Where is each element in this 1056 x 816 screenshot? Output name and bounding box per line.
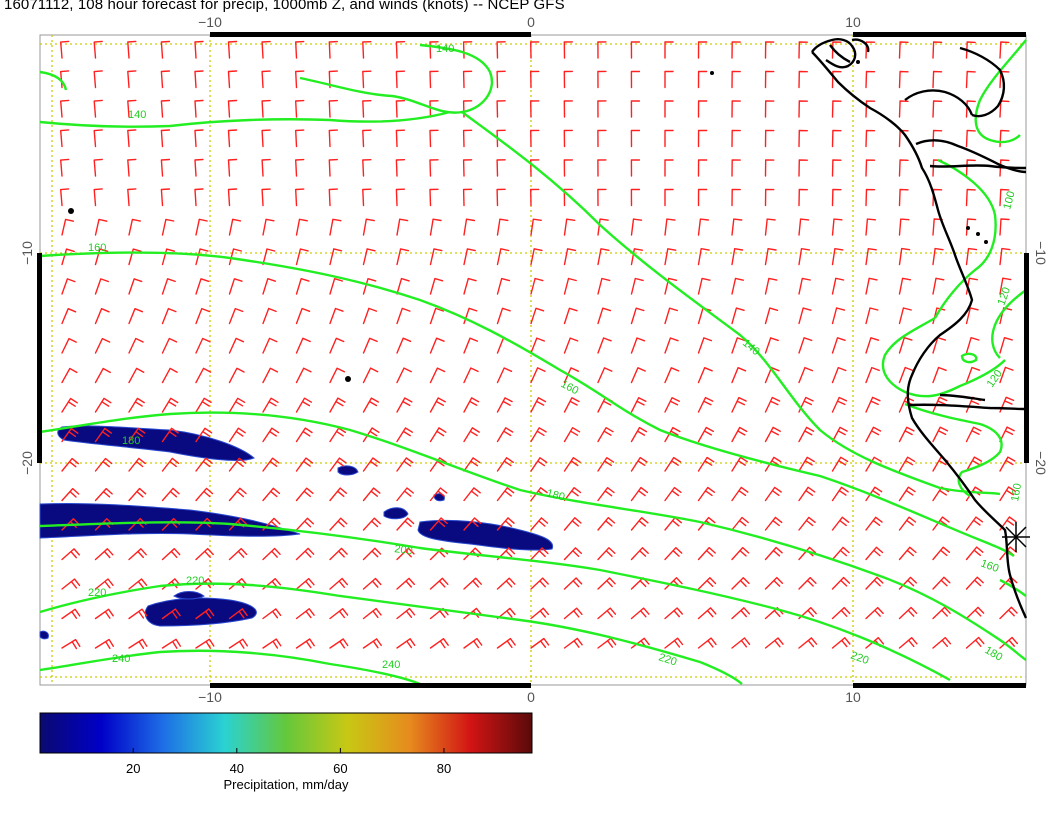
colorbar-tick-label: 60 xyxy=(333,761,347,776)
colorbar-tick-label: 40 xyxy=(230,761,244,776)
forecast-map: 140 140 160 160 140 180 180 200 220 220 … xyxy=(19,14,1049,792)
contour-label: 220 xyxy=(186,575,204,587)
right-tick-label: −10 xyxy=(1033,241,1049,265)
colorbar-label: Precipitation, mm/day xyxy=(224,777,349,792)
contour-label: 180 xyxy=(122,435,140,447)
contour-label: 200 xyxy=(394,543,414,557)
top-tick-label: −10 xyxy=(198,14,222,30)
contour-label: 140 xyxy=(436,43,454,55)
contour-label: 140 xyxy=(128,109,146,121)
top-tick-label: 10 xyxy=(845,14,861,30)
left-tick-label: −10 xyxy=(19,241,35,265)
colorbar-tick-label: 80 xyxy=(437,761,451,776)
contour-label: 220 xyxy=(88,587,106,599)
bottom-tick-label: 0 xyxy=(527,689,535,705)
top-tick-label: 0 xyxy=(527,14,535,30)
bottom-tick-label: −10 xyxy=(198,689,222,705)
colorbar-tick-label: 20 xyxy=(126,761,140,776)
contour-label: 160 xyxy=(88,242,106,254)
right-tick-label: −20 xyxy=(1033,451,1049,475)
precip-patch xyxy=(383,507,409,520)
precip-patch xyxy=(39,630,49,640)
bottom-tick-label: 10 xyxy=(845,689,861,705)
contour-label: 240 xyxy=(382,659,400,671)
left-tick-label: −20 xyxy=(19,451,35,475)
colorbar xyxy=(39,712,533,754)
contour-label: 240 xyxy=(112,653,130,665)
